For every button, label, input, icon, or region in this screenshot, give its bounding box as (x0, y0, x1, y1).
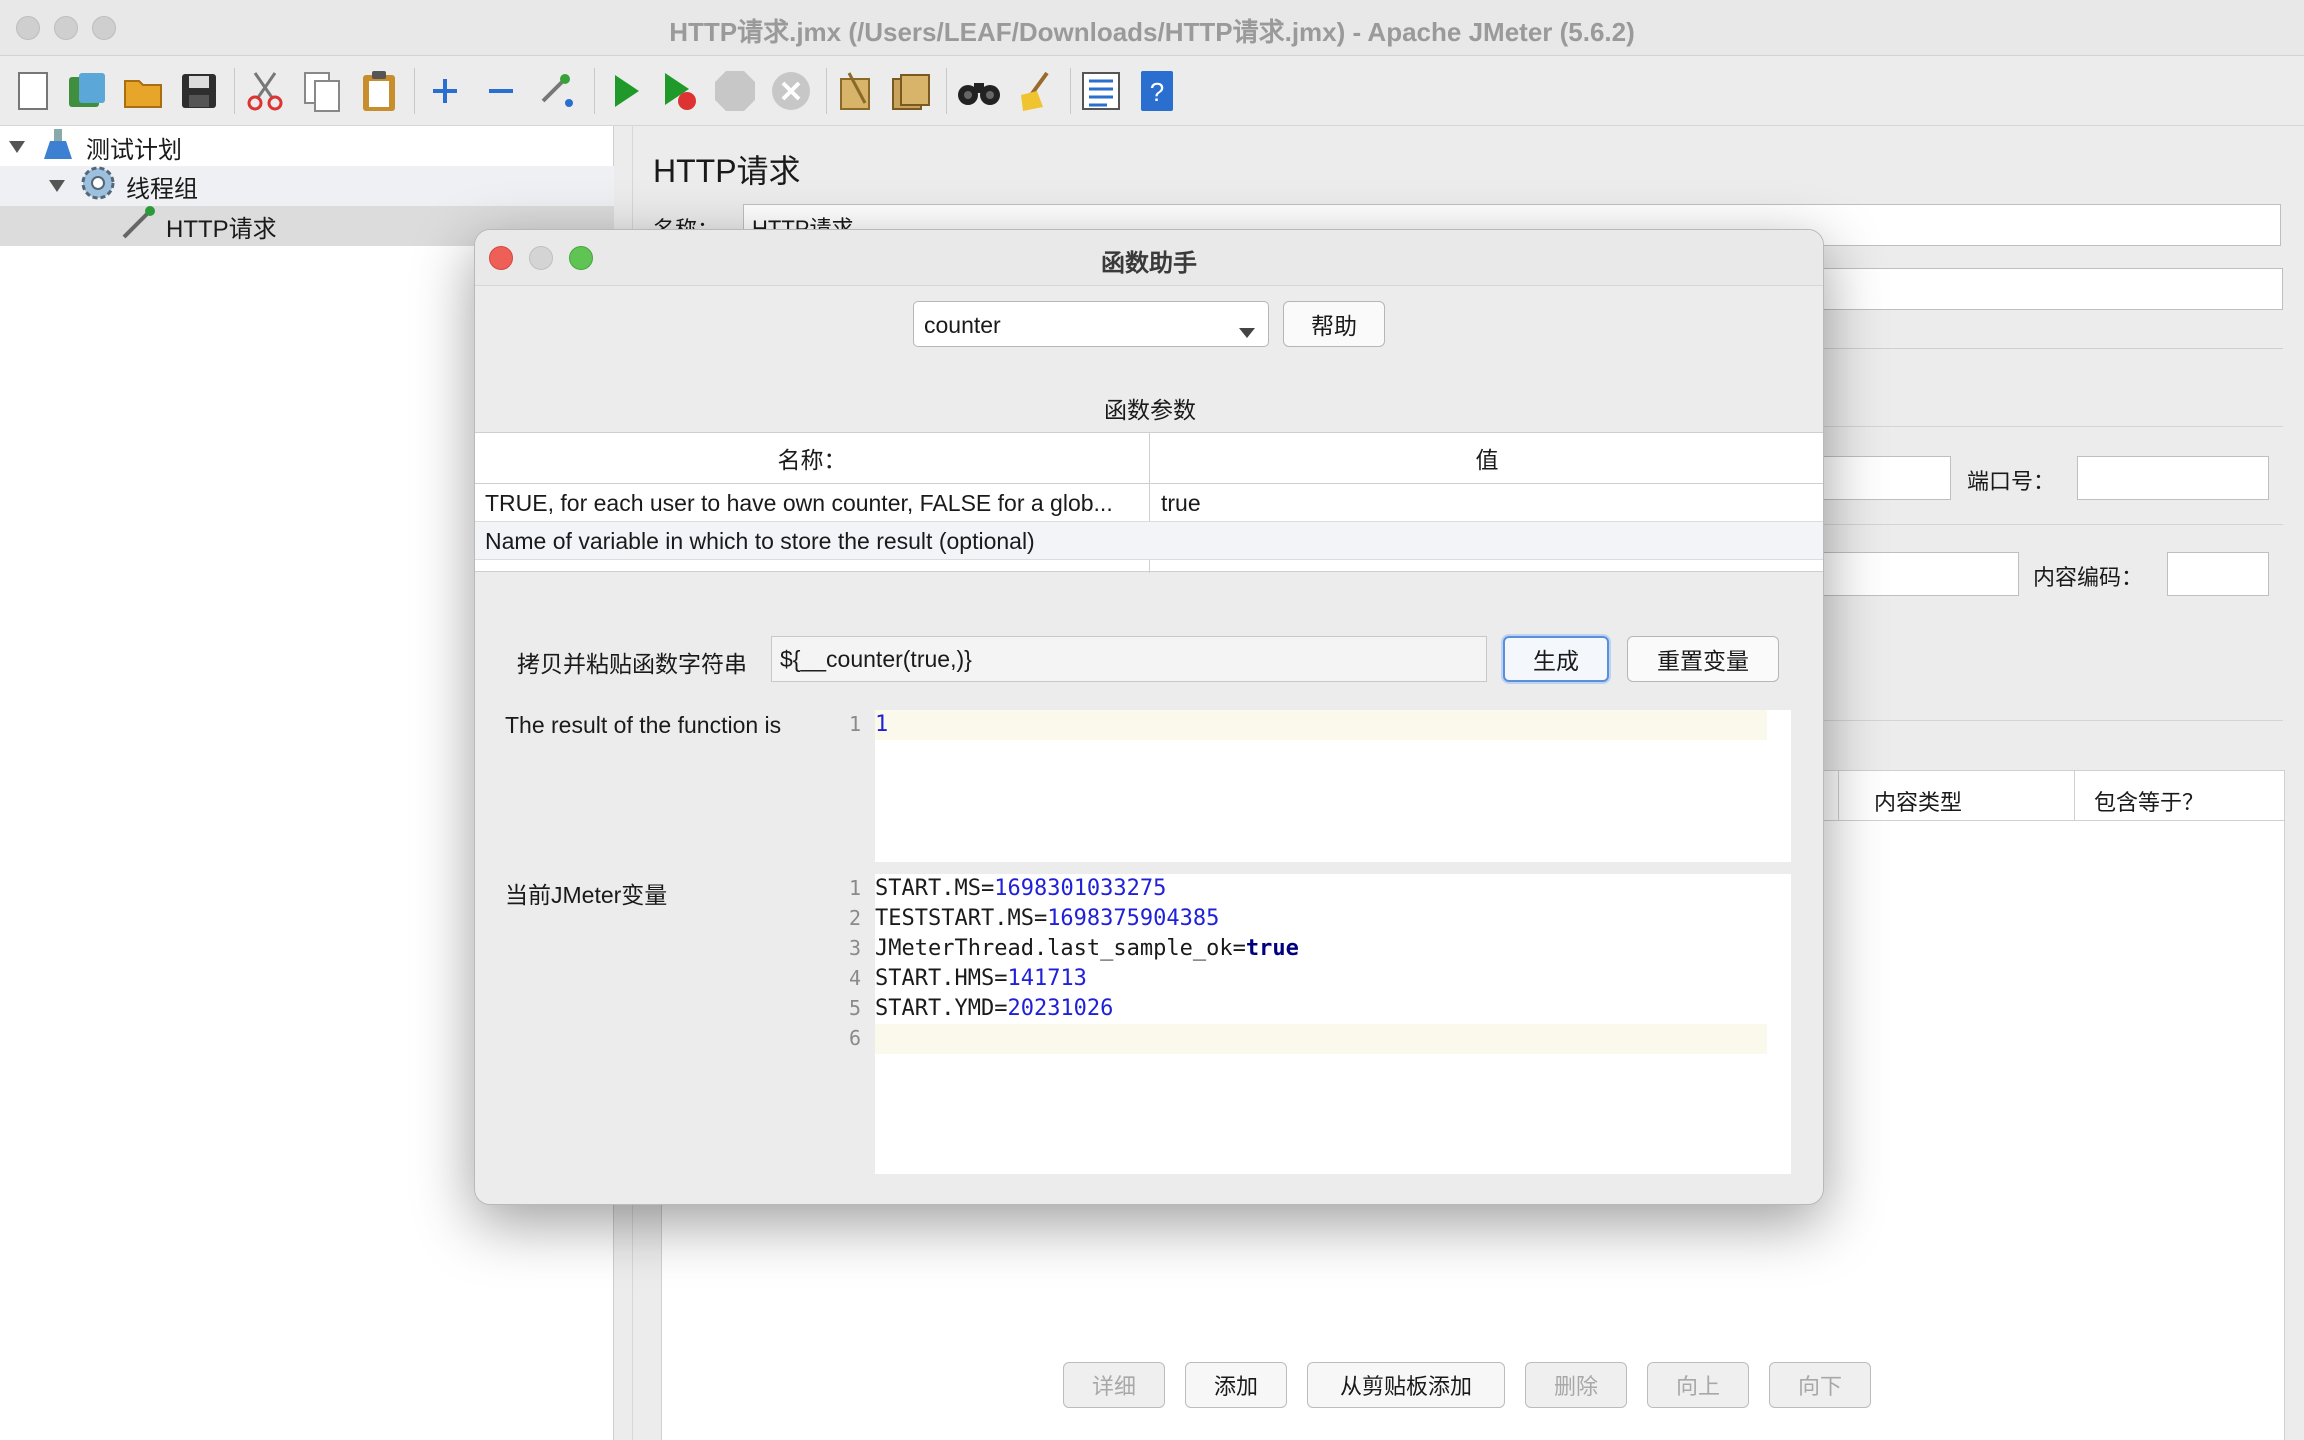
expand-triangle-icon[interactable] (48, 172, 66, 200)
line-number: 2 (848, 906, 861, 930)
content-encoding-label: 内容编码： (2033, 565, 2144, 590)
copy-string-label: 拷贝并粘贴函数字符串 (517, 651, 747, 677)
gear-icon (80, 165, 116, 208)
window-title: HTTP请求.jmx (/Users/LEAF/Downloads/HTTP请求… (669, 17, 1635, 47)
start-no-pause-icon[interactable] (654, 66, 704, 116)
svg-text:?: ? (1150, 77, 1164, 107)
line-number: 1 (848, 876, 861, 900)
clear-all-icon[interactable] (886, 66, 936, 116)
variables-area[interactable]: START.MS=1698301033275 TESTSTART.MS=1698… (875, 874, 1791, 1174)
variable-line: JMeterThread.last_sample_ok=true (875, 936, 1299, 961)
line-number: 6 (848, 1026, 861, 1050)
reset-variables-button[interactable]: 重置变量 (1627, 636, 1779, 682)
variables-label: 当前JMeter变量 (505, 882, 668, 908)
function-select[interactable]: counter (913, 301, 1269, 347)
expand-icon[interactable] (420, 66, 470, 116)
help-button[interactable]: 帮助 (1283, 301, 1385, 347)
variable-line: TESTSTART.MS=1698375904385 (875, 906, 1220, 931)
reset-search-icon[interactable] (1010, 66, 1060, 116)
param-name-cell[interactable]: Name of variable in which to store the r… (485, 522, 1145, 560)
col-name-header[interactable]: 名称： (475, 433, 1149, 483)
new-icon[interactable] (8, 66, 58, 116)
tree-item-test-plan[interactable]: 测试计划 (0, 127, 614, 167)
clear-icon[interactable] (832, 66, 882, 116)
function-helper-dialog: 函数助手 counter 帮助 函数参数 名称： 值 TRUE, for eac… (474, 229, 1824, 1205)
panel-title: HTTP请求 (653, 153, 801, 189)
variable-line: START.MS=1698301033275 (875, 876, 1167, 901)
start-icon[interactable] (600, 66, 650, 116)
function-params-table: 名称： 值 TRUE, for each user to have own co… (475, 432, 1823, 573)
templates-icon[interactable] (62, 66, 112, 116)
port-field[interactable] (2077, 456, 2269, 500)
port-label: 端口号： (1967, 469, 2056, 494)
col-content-type: 内容类型 (1874, 790, 1963, 815)
stop-icon[interactable] (710, 66, 760, 116)
dialog-titlebar: 函数助手 (475, 230, 1823, 286)
line-number: 4 (848, 966, 861, 990)
window-titlebar: HTTP请求.jmx (/Users/LEAF/Downloads/HTTP请求… (0, 0, 2304, 56)
variable-line: START.YMD=20231026 (875, 996, 1114, 1021)
paste-icon[interactable] (354, 66, 404, 116)
search-icon[interactable] (954, 66, 1004, 116)
tree-item-label: 线程组 (126, 175, 198, 203)
result-label: The result of the function is (505, 712, 782, 738)
result-line: 1 (875, 710, 1767, 740)
function-string-field[interactable]: ${__counter(true,)} (771, 636, 1487, 682)
flask-icon (44, 127, 72, 168)
params-section-title: 函数参数 (1104, 397, 1196, 423)
shutdown-icon[interactable] (766, 66, 816, 116)
content-encoding-field[interactable] (2167, 552, 2269, 596)
add-button[interactable]: 添加 (1185, 1362, 1287, 1408)
server-name-field[interactable] (1823, 456, 1951, 500)
param-value-cell[interactable]: true (1161, 484, 1811, 522)
copy-icon[interactable] (298, 66, 348, 116)
generate-button[interactable]: 生成 (1503, 636, 1609, 682)
pipette-icon (120, 205, 156, 248)
variable-line: START.HMS=141713 (875, 966, 1087, 991)
line-number: 5 (848, 996, 861, 1020)
tree-item-thread-group[interactable]: 线程组 (0, 166, 614, 206)
move-down-button[interactable]: 向下 (1769, 1362, 1871, 1408)
col-include-equals: 包含等于？ (2094, 790, 2205, 815)
col-value-header[interactable]: 值 (1149, 433, 1823, 483)
toggle-icon[interactable] (530, 66, 580, 116)
cut-icon[interactable] (240, 66, 290, 116)
comments-field[interactable] (1813, 268, 2283, 310)
collapse-icon[interactable] (476, 66, 526, 116)
help-icon[interactable]: ? (1132, 66, 1182, 116)
variable-line (875, 1024, 1767, 1054)
result-area[interactable]: 1 (875, 710, 1791, 862)
line-number: 1 (848, 712, 861, 736)
toolbar: ? (0, 56, 2304, 126)
expand-triangle-icon[interactable] (8, 133, 26, 161)
save-icon[interactable] (174, 66, 224, 116)
open-icon[interactable] (118, 66, 168, 116)
function-select-value: counter (924, 312, 1001, 338)
move-up-button[interactable]: 向上 (1647, 1362, 1749, 1408)
add-from-clipboard-button[interactable]: 从剪贴板添加 (1307, 1362, 1505, 1408)
tree-item-label: HTTP请求 (166, 215, 277, 243)
line-number: 3 (848, 936, 861, 960)
param-name-cell[interactable]: TRUE, for each user to have own counter,… (485, 484, 1145, 522)
chevron-down-icon (1238, 319, 1256, 345)
path-field[interactable] (1823, 552, 2019, 596)
param-value-cell[interactable] (1161, 522, 1811, 560)
dialog-title: 函数助手 (1101, 250, 1197, 277)
delete-button[interactable]: 删除 (1525, 1362, 1627, 1408)
function-helper-icon[interactable] (1076, 66, 1126, 116)
tree-item-label: 测试计划 (86, 136, 182, 164)
detail-button[interactable]: 详细 (1063, 1362, 1165, 1408)
